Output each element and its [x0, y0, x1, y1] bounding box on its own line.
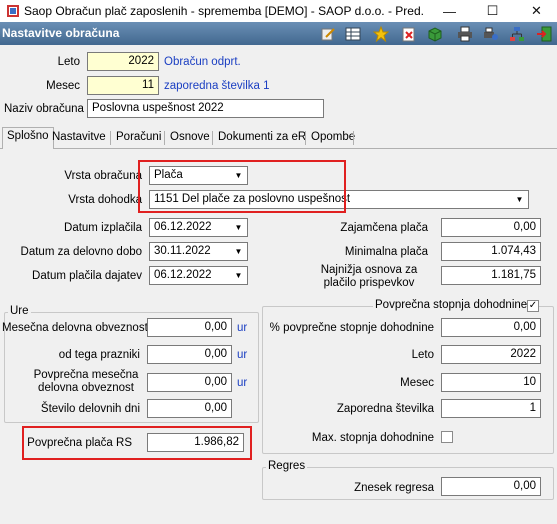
close-button[interactable]: ✕ — [519, 0, 554, 22]
najnizja-label-line2: plačilo prispevkov — [323, 277, 415, 289]
pct-input[interactable]: 0,00 — [441, 318, 541, 337]
tab-opombe[interactable]: Opombe — [307, 129, 359, 148]
max-label: Max. stopnja dohodnine — [311, 432, 434, 444]
tab-separator — [212, 131, 213, 145]
vrsta-dohodka-label: Vrsta dohodka — [68, 194, 142, 206]
chevron-down-icon[interactable]: ▼ — [231, 268, 246, 283]
chevron-down-icon[interactable]: ▼ — [512, 192, 527, 207]
datum-delovno-label: Datum za delovno dobo — [20, 246, 142, 258]
zap-input[interactable]: 1 — [441, 399, 541, 418]
chevron-down-icon[interactable]: ▼ — [231, 220, 246, 235]
datum-delovno-input[interactable]: 30.11.2022 ▼ — [149, 242, 248, 261]
section-title: Nastavitve obračuna — [2, 26, 120, 40]
znesek-input[interactable]: 0,00 — [441, 477, 541, 496]
window-title: Saop Obračun plač zaposlenih - sprememba… — [24, 4, 424, 18]
delete-icon[interactable] — [401, 26, 417, 42]
ure-title: Ure — [8, 305, 31, 317]
mesecna-label: Mesečna delovna obveznost — [2, 322, 148, 334]
povp-obveznost-input[interactable]: 0,00 — [147, 373, 232, 392]
mesec-desc: zaporedna številka 1 — [164, 80, 270, 92]
tab-strip-line — [0, 148, 557, 149]
tab-osnove[interactable]: Osnove — [166, 129, 214, 148]
highlight-box — [138, 160, 346, 213]
tab-separator — [305, 131, 306, 145]
minimalna-input[interactable]: 1.074,43 — [441, 242, 541, 261]
tab-splosno[interactable]: Splošno — [2, 127, 54, 149]
zap-label: Zaporedna številka — [336, 403, 434, 415]
povp-obveznost-line2: delovna obveznost — [38, 382, 134, 394]
datum-izplacila-input[interactable]: 06.12.2022 ▼ — [149, 218, 248, 237]
doh-mesec-label: Mesec — [400, 377, 434, 389]
mesec-input[interactable]: 11 — [87, 76, 159, 95]
tab-nastavitve[interactable]: Nastavitve — [48, 129, 110, 148]
chevron-down-icon[interactable]: ▼ — [231, 244, 246, 259]
doh-mesec-input[interactable]: 10 — [441, 373, 541, 392]
prazniki-label: od tega prazniki — [58, 349, 140, 361]
table-icon[interactable] — [345, 26, 361, 42]
tab-separator — [164, 131, 165, 145]
vrsta-obracuna-label: Vrsta obračuna — [64, 170, 142, 182]
leto-label: Leto — [57, 56, 80, 68]
datum-delovno-value: 30.11.2022 — [154, 245, 211, 257]
dohodnina-checkbox[interactable]: ✓ — [527, 300, 539, 312]
mesec-label: Mesec — [46, 80, 80, 92]
max-checkbox[interactable] — [441, 431, 453, 443]
minimalna-label: Minimalna plača — [344, 246, 428, 258]
mesecna-input[interactable]: 0,00 — [147, 318, 232, 337]
app-icon — [7, 5, 19, 17]
dni-label: Število delovnih dni — [40, 403, 140, 415]
dni-input[interactable]: 0,00 — [147, 399, 232, 418]
minimize-button[interactable]: — — [432, 0, 467, 22]
najnizja-label-line1: Najnižja osnova za — [320, 264, 418, 276]
zajamcena-label: Zajamčena plača — [340, 222, 428, 234]
pct-label: % povprečne stopnje dohodnine — [269, 322, 434, 334]
edit-icon[interactable] — [320, 26, 336, 42]
tab-dokumenti[interactable]: Dokumenti za eR — [214, 129, 310, 148]
cube-icon[interactable] — [427, 26, 443, 42]
naziv-label: Naziv obračuna — [4, 103, 84, 115]
mesecna-unit: ur — [237, 322, 248, 334]
star-icon[interactable] — [373, 26, 389, 42]
povp-obveznost-unit: ur — [237, 377, 248, 389]
datum-izplacila-label: Datum izplačila — [64, 222, 142, 234]
povp-obveznost-label: Povprečna mesečna delovna obveznost — [30, 369, 142, 395]
tab-poracuni[interactable]: Poračuni — [112, 129, 165, 148]
tab-separator — [353, 131, 354, 145]
tab-separator — [110, 131, 111, 145]
print-icon[interactable] — [457, 26, 473, 42]
prazniki-unit: ur — [237, 349, 248, 361]
datum-izplacila-value: 06.12.2022 — [154, 221, 212, 233]
print-settings-icon[interactable] — [483, 26, 499, 42]
highlight-box — [22, 426, 252, 460]
datum-dajatev-input[interactable]: 06.12.2022 ▼ — [149, 266, 248, 285]
doh-leto-label: Leto — [411, 349, 434, 361]
leto-input[interactable]: 2022 — [87, 52, 159, 71]
najnizja-input[interactable]: 1.181,75 — [441, 266, 541, 285]
znesek-label: Znesek regresa — [354, 482, 434, 494]
regres-title: Regres — [266, 460, 308, 472]
zajamcena-input[interactable]: 0,00 — [441, 218, 541, 237]
maximize-button[interactable]: ☐ — [475, 0, 510, 22]
naziv-input[interactable]: Poslovna uspešnost 2022 — [87, 99, 324, 118]
najnizja-label: Najnižja osnova za plačilo prispevkov — [310, 264, 428, 290]
povp-obveznost-line1: Povprečna mesečna — [33, 369, 139, 381]
doh-leto-input[interactable]: 2022 — [441, 345, 541, 364]
leto-status: Obračun odprt. — [164, 56, 241, 68]
datum-dajatev-value: 06.12.2022 — [154, 269, 212, 281]
datum-dajatev-label: Datum plačila dajatev — [32, 270, 142, 282]
dohodnina-title: Povprečna stopnja dohodnine — [373, 299, 530, 311]
exit-icon[interactable] — [536, 26, 552, 42]
hierarchy-icon[interactable] — [509, 26, 525, 42]
prazniki-input[interactable]: 0,00 — [147, 345, 232, 364]
